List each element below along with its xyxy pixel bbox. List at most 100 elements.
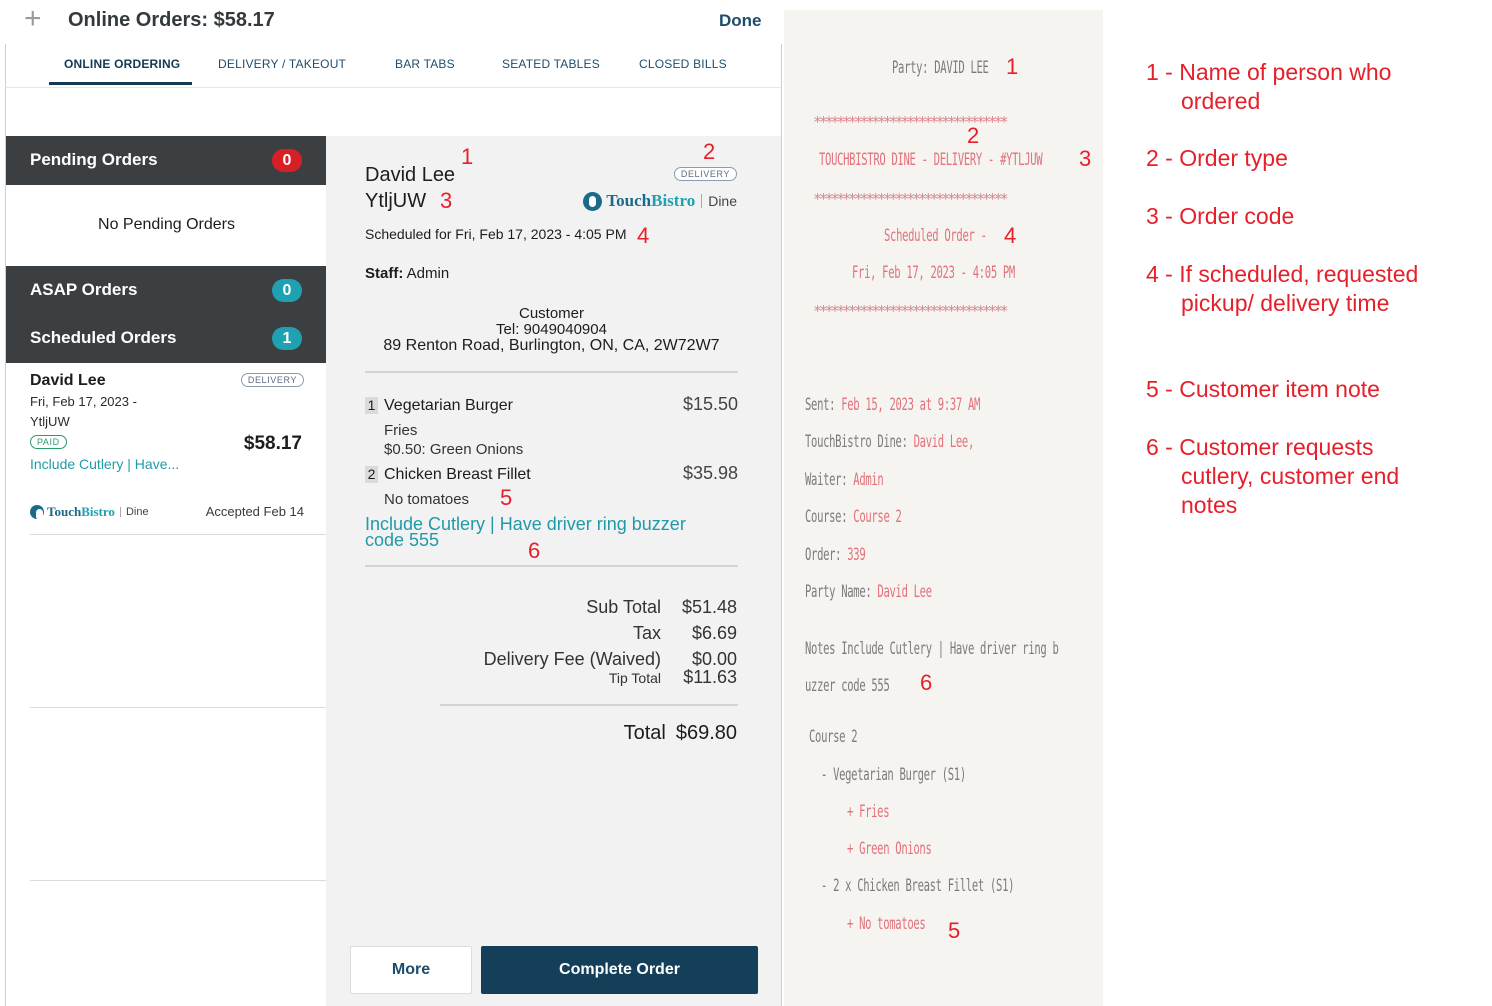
pending-orders-header[interactable]: Pending Orders 0 [6, 136, 327, 185]
receipt-party: Party: DAVID LEE [892, 58, 989, 78]
scheduled-orders-header[interactable]: Scheduled Orders 1 [6, 314, 327, 363]
callout-number: 2 [967, 123, 980, 148]
receipt-stars: ********************************* [813, 190, 1009, 208]
divider [440, 704, 738, 706]
callout-number: 6 [920, 670, 933, 695]
order-card-total: $58.17 [243, 433, 302, 454]
more-button[interactable]: More [350, 946, 472, 994]
item-modifier: No tomatoes [384, 491, 470, 508]
order-card[interactable]: David Lee DELIVERY Fri, Feb 17, 2023 - Y… [30, 370, 304, 520]
order-type-badge: DELIVERY [240, 373, 304, 387]
receipt-waiter: Waiter: Admin [805, 470, 884, 490]
subheader-area [5, 88, 782, 136]
scheduled-orders-label: Scheduled Orders [30, 328, 177, 347]
asap-orders-label: ASAP Orders [30, 280, 138, 299]
item-name: Chicken Breast Fillet [384, 466, 531, 483]
tab-online-ordering[interactable]: ONLINE ORDERING [64, 57, 180, 71]
item-modifier: Fries [384, 422, 418, 439]
scheduled-count-badge: 1 [272, 327, 302, 350]
no-pending-text: No Pending Orders [98, 216, 235, 233]
customer-phone: Tel: 9049040904 [496, 321, 607, 338]
receipt-header: TOUCHBISTRO DINE - DELIVERY - #YTLJUW [819, 150, 1043, 170]
callout-number: 1 [1006, 54, 1019, 79]
done-button[interactable]: Done [719, 11, 762, 31]
tab-seated-tables[interactable]: SEATED TABLES [502, 57, 600, 71]
top-bar: + Online Orders: $58.17 Done [0, 0, 782, 44]
add-icon[interactable]: + [24, 4, 42, 34]
receipt-modifier: + No tomatoes [847, 914, 926, 934]
touchbistro-logo: TouchBistro Dine [583, 191, 737, 211]
order-card-code: YtljUW [30, 414, 70, 429]
scheduled-time: Scheduled for Fri, Feb 17, 2023 - 4:05 P… [365, 226, 627, 242]
callout-number: 4 [637, 223, 650, 248]
touchbistro-icon [583, 191, 603, 211]
legend-item: 2 - Order type [1146, 145, 1288, 171]
item-modifier: $0.50: Green Onions [384, 441, 524, 458]
printed-receipt: Party: DAVID LEE 1 *********************… [784, 10, 1103, 1006]
callout-number: 5 [948, 918, 961, 943]
receipt-scheduled: Scheduled Order - [884, 226, 987, 246]
customer-info: Customer Tel: 9049040904 89 Renton Road,… [365, 306, 738, 354]
legend-item: 6 - Customer requests cutlery, customer … [1146, 434, 1400, 518]
receipt-stars: ********************************* [813, 302, 1009, 320]
receipt-modifier: + Fries [847, 802, 890, 822]
order-card-note: Include Cutlery | Have... [30, 456, 180, 472]
list-divider [30, 707, 327, 708]
list-divider [30, 880, 327, 881]
order-item[interactable]: 1 Vegetarian Burger $15.50 [365, 394, 738, 415]
orders-list: Pending Orders 0 No Pending Orders ASAP … [5, 136, 327, 1006]
legend-item: 5 - Customer item note [1146, 376, 1380, 402]
tab-bar: ONLINE ORDERING DELIVERY / TAKEOUT BAR T… [5, 44, 782, 88]
divider [365, 565, 738, 567]
receipt-item: - 2 x Chicken Breast Fillet (S1) [821, 876, 1015, 896]
callout-number: 2 [703, 139, 716, 164]
receipt-order: Order: 339 [805, 545, 866, 565]
asap-count-badge: 0 [272, 279, 302, 302]
customer-name: David Lee [365, 164, 456, 186]
receipt-datetime: Fri, Feb 17, 2023 - 4:05 PM [852, 263, 1015, 283]
legend-item: 1 - Name of person who ordered [1146, 59, 1392, 114]
online-orders-app: + Online Orders: $58.17 Done ONLINE ORDE… [0, 0, 782, 1006]
receipt-course-head: Course 2 [809, 727, 858, 747]
tax-row: Tax $6.69 [632, 623, 737, 643]
tip-row: Tip Total $11.63 [608, 667, 737, 687]
tab-closed-bills[interactable]: CLOSED BILLS [639, 57, 727, 71]
total-row: Total $69.80 [623, 722, 737, 744]
subtotal-row: Sub Total $51.48 [586, 597, 737, 617]
item-qty: 1 [365, 397, 378, 414]
divider [365, 371, 738, 373]
receipt-sent: Sent: Feb 15, 2023 at 9:37 AM [805, 395, 981, 415]
order-detail: David Lee YtljUW DELIVERY TouchBistro Di… [326, 136, 782, 1006]
receipt-notes: uzzer code 555 [805, 676, 890, 696]
customer-address: 89 Renton Road, Burlington, ON, CA, 2W72… [383, 337, 720, 354]
touchbistro-logo: TouchBistro Dine [30, 504, 149, 520]
legend-item: 4 - If scheduled, requested pickup/ deli… [1146, 261, 1419, 316]
receipt-party-name: Party Name: David Lee [805, 582, 932, 602]
order-card-name: David Lee [30, 372, 106, 389]
item-price: $15.50 [682, 394, 738, 414]
customer-label: Customer [518, 305, 585, 322]
receipt-dine: TouchBistro Dine: David Lee, [805, 432, 975, 452]
accepted-date: Accepted Feb 14 [205, 504, 304, 519]
active-tab-indicator [49, 82, 192, 85]
complete-order-button[interactable]: Complete Order [481, 946, 758, 994]
tab-bar-tabs[interactable]: BAR TABS [395, 57, 455, 71]
order-card-date: Fri, Feb 17, 2023 - [30, 394, 137, 409]
asap-orders-header[interactable]: ASAP Orders 0 [6, 266, 327, 315]
order-type-badge: DELIVERY [673, 167, 737, 181]
page-title: Online Orders: $58.17 [68, 9, 275, 31]
touchbistro-icon [30, 505, 44, 520]
receipt-course: Course: Course 2 [805, 507, 902, 527]
receipt-notes: Notes Include Cutlery | Have driver ring… [805, 639, 1059, 659]
list-divider [30, 534, 327, 535]
order-item[interactable]: 2 Chicken Breast Fillet $35.98 [365, 463, 738, 484]
callout-number: 3 [440, 188, 453, 213]
paid-badge: PAID [30, 435, 67, 449]
order-note: Include Cutlery | Have driver ring buzze… [365, 514, 686, 550]
tab-delivery-takeout[interactable]: DELIVERY / TAKEOUT [218, 57, 346, 71]
staff-line: Staff: Admin [365, 265, 450, 282]
callout-number: 1 [461, 144, 474, 169]
item-price: $35.98 [682, 463, 738, 483]
callout-number: 3 [1079, 146, 1092, 171]
receipt-modifier: + Green Onions [847, 839, 932, 859]
